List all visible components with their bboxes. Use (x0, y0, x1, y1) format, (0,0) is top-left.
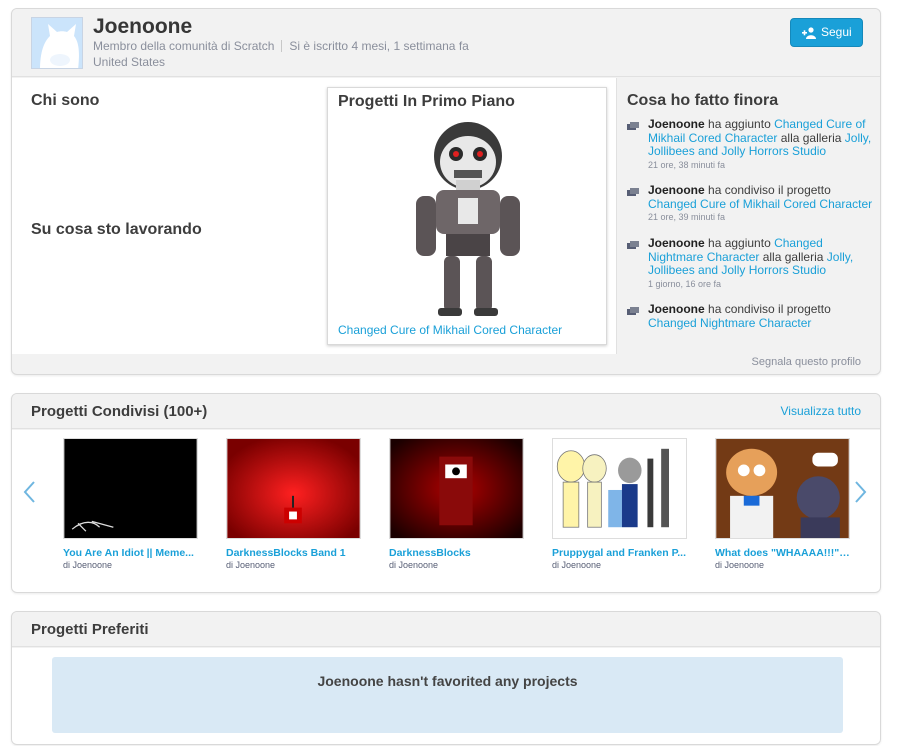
project-title[interactable]: You Are An Idiot || Meme... (63, 547, 198, 559)
view-all-link[interactable]: Visualizza tutto (781, 404, 862, 418)
activity-user[interactable]: Joenoone (648, 302, 705, 316)
activity-user[interactable]: Joenoone (648, 183, 705, 197)
profile-box: Joenoone Membro della comunità di Scratc… (11, 8, 881, 375)
profile-username: Joenoone (93, 15, 193, 38)
shared-projects-title: Progetti Condivisi (100+) (31, 403, 208, 420)
project-title[interactable]: DarknessBlocks (389, 547, 524, 559)
favorites-title: Progetti Preferiti (31, 621, 149, 638)
meta-divider (281, 40, 283, 52)
project-thumbnail[interactable] (389, 438, 524, 539)
project-thumbnail[interactable] (552, 438, 687, 539)
activity-bubble-icon (627, 241, 639, 249)
projects-carousel: You Are An Idiot || Meme... di Joenoone … (12, 430, 880, 592)
membership-label: Membro della comunità di Scratch (93, 39, 275, 53)
activity-time: 1 giorno, 16 ore fa (648, 278, 722, 289)
follow-button[interactable]: Segui (790, 18, 863, 47)
activity-verb: ha condiviso il progetto (708, 183, 831, 197)
activity-user[interactable]: Joenoone (648, 117, 705, 131)
follow-button-label: Segui (821, 25, 852, 39)
project-tile[interactable]: DarknessBlocks Band 1 di Joenoone (226, 438, 361, 570)
project-title[interactable]: What does "WHAAAA!!!" ... (715, 547, 850, 559)
shared-projects-header: Progetti Condivisi (100+) Visualizza tut… (12, 394, 880, 429)
activity-column: Cosa ho fatto finora Joenoone ha aggiunt… (616, 78, 880, 354)
about-title: Chi sono (31, 92, 100, 109)
chevron-right-icon[interactable] (854, 480, 868, 504)
favorites-box: Progetti Preferiti Joenoone hasn't favor… (11, 611, 881, 745)
profile-country: United States (93, 55, 166, 69)
activity-item: Joenoone ha condiviso il progetto Change… (627, 183, 877, 224)
chevron-left-icon[interactable] (22, 480, 36, 504)
activity-mid: alla galleria (780, 130, 842, 145)
add-user-icon (802, 27, 816, 39)
project-tile[interactable]: Pruppygal and Franken P... di Joenoone (552, 438, 687, 570)
project-owner: di Joenoone (389, 560, 439, 570)
activity-bubble-icon (627, 307, 639, 315)
activity-object-link[interactable]: Changed Nightmare Character (648, 316, 811, 330)
activity-user[interactable]: Joenoone (648, 236, 705, 250)
activity-item: Joenoone ha aggiunto Changed Cure of Mik… (627, 117, 877, 172)
activity-bubble-icon (627, 122, 639, 130)
profile-header: Joenoone Membro della comunità di Scratc… (12, 9, 880, 77)
project-thumbnail[interactable] (715, 438, 850, 539)
featured-project-thumbnail[interactable] (398, 118, 538, 318)
project-tile[interactable]: What does "WHAAAA!!!" ... di Joenoone (715, 438, 850, 570)
report-profile-link[interactable]: Segnala questo profilo (752, 356, 861, 368)
activity-verb: ha aggiunto (708, 117, 771, 131)
featured-project-link[interactable]: Changed Cure of Mikhail Cored Character (338, 323, 562, 337)
activity-bubble-icon (627, 188, 639, 196)
project-title[interactable]: Pruppygal and Franken P... (552, 547, 687, 559)
activity-verb: ha aggiunto (708, 236, 771, 250)
project-title[interactable]: DarknessBlocks Band 1 (226, 547, 361, 559)
activity-mid: alla galleria (762, 249, 824, 264)
profile-meta: Membro della comunità di Scratch Si è isc… (93, 39, 469, 53)
activity-object-link[interactable]: Changed Cure of Mikhail Cored Character (648, 197, 872, 211)
scratch-cat-avatar-icon (32, 18, 82, 68)
joined-label: Si è iscritto 4 mesi, 1 settimana fa (289, 39, 469, 53)
activity-verb: ha condiviso il progetto (708, 302, 831, 316)
project-thumbnail[interactable] (226, 438, 361, 539)
avatar[interactable] (31, 17, 83, 69)
project-tile[interactable]: DarknessBlocks di Joenoone (389, 438, 524, 570)
project-owner: di Joenoone (552, 560, 602, 570)
profile-body: Chi sono Su cosa sto lavorando Progetti … (12, 78, 880, 354)
activity-item: Joenoone ha aggiunto Changed Nightmare C… (627, 236, 877, 291)
activity-time: 21 ore, 39 minuti fa (648, 212, 726, 222)
favorites-body: Joenoone hasn't favorited any projects (12, 648, 880, 744)
project-thumbnail[interactable] (63, 438, 198, 539)
working-title: Su cosa sto lavorando (31, 221, 202, 238)
project-tile[interactable]: You Are An Idiot || Meme... di Joenoone (63, 438, 198, 570)
project-owner: di Joenoone (715, 560, 765, 570)
activity-title: Cosa ho fatto finora (627, 92, 779, 109)
favorites-header: Progetti Preferiti (12, 612, 880, 647)
activity-item: Joenoone ha condiviso il progetto Change… (627, 302, 877, 330)
shared-projects-box: Progetti Condivisi (100+) Visualizza tut… (11, 393, 881, 593)
project-owner: di Joenoone (63, 560, 113, 570)
favorites-empty-message: Joenoone hasn't favorited any projects (52, 657, 843, 733)
featured-project-card[interactable]: Progetti In Primo Piano Changed Cure of … (327, 87, 607, 345)
about-column: Chi sono Su cosa sto lavorando (12, 78, 326, 354)
activity-time: 21 ore, 38 minuti fa (648, 159, 726, 170)
project-owner: di Joenoone (226, 560, 276, 570)
featured-title: Progetti In Primo Piano (338, 93, 515, 110)
